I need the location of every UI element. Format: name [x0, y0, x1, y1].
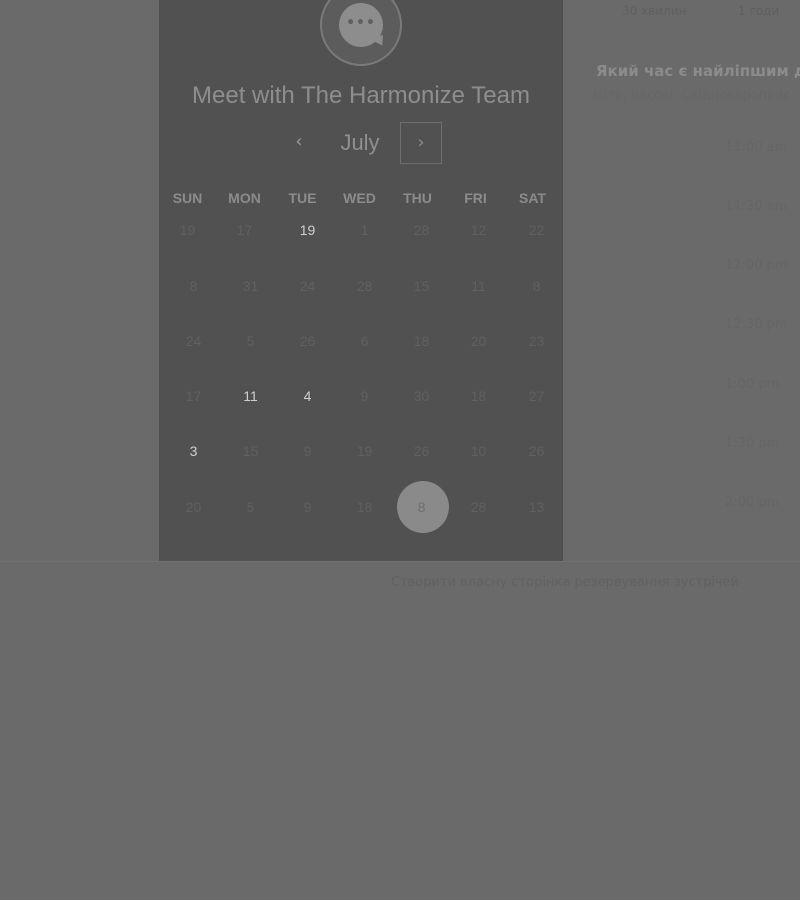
calendar-day: 19	[356, 443, 373, 459]
calendar-day: 22	[528, 222, 545, 238]
sparkle-icon: ✱	[378, 575, 389, 590]
calendar-day: 8	[189, 278, 198, 294]
calendar-day: 13	[528, 499, 545, 515]
calendar-day-available[interactable]: 4	[279, 376, 336, 416]
page-title: Meet with The Harmonize Team	[192, 82, 530, 109]
calendar-day: 11	[471, 278, 486, 294]
calendar-day: 5	[246, 499, 255, 515]
calendar-day: 26	[413, 443, 430, 459]
calendar-day: 5	[246, 333, 255, 349]
time-question-heading: Який час є найліпшим дл	[596, 62, 800, 80]
calendar-day: 27	[528, 388, 545, 404]
calendar-day: 30	[413, 388, 430, 404]
calendar-day: 26	[528, 443, 545, 459]
calendar-day: 9	[303, 443, 312, 459]
calendar-day: 6	[360, 333, 369, 349]
selected-day-number: 8	[417, 499, 426, 515]
calendar-day: 18	[356, 499, 373, 515]
calendar-day: 15	[413, 278, 430, 294]
calendar-day: 28	[356, 278, 373, 294]
calendar-grid: 19 17 19 1 28 12 22 8 31 24 28 15 11 8 2…	[159, 210, 563, 540]
calendar-day-available[interactable]: 11	[222, 376, 279, 416]
calendar-day: 19	[179, 222, 196, 238]
calendar-day: 20	[185, 499, 202, 515]
duration-1-hour[interactable]: 1 годи	[738, 4, 779, 18]
prev-month-button[interactable]: ‹	[288, 128, 310, 156]
calendar-day-available[interactable]: 3	[165, 431, 222, 471]
create-booking-page-link[interactable]: ✱ Створити власну сторінка резервування з…	[378, 575, 739, 590]
next-month-button[interactable]: ›	[400, 122, 442, 164]
calendar-day: 28	[470, 499, 487, 515]
month-label: July	[340, 130, 380, 155]
calendar-day: 26	[299, 333, 316, 349]
weekday-label: MON	[228, 190, 261, 206]
calendar-day: 17	[185, 388, 202, 404]
calendar-day: 28	[413, 222, 430, 238]
time-slot[interactable]: 11:30 am	[725, 199, 800, 214]
calendar-day: 9	[360, 388, 369, 404]
calendar-day: 31	[242, 278, 259, 294]
time-slot[interactable]: 2:00 pm	[725, 495, 800, 510]
weekday-header: SUN MON TUE WED THU FRI SAT	[159, 190, 563, 210]
duration-30-min[interactable]: 30 хвилин	[622, 4, 686, 18]
calendar-day: 17	[236, 222, 253, 238]
time-slot[interactable]: 11:00 am	[725, 140, 800, 155]
calendar-day: 8	[532, 278, 541, 294]
time-slot[interactable]: 1:00 pm	[725, 377, 800, 392]
calendar-day: 24	[185, 333, 202, 349]
timezone-label[interactable]: ісіте, часові: Східноєвропейс	[593, 88, 791, 103]
time-slot[interactable]: 1:30 pm	[725, 436, 800, 451]
weekday-label: SAT	[519, 190, 546, 206]
weekday-label: WED	[343, 190, 376, 206]
calendar-day: 24	[299, 278, 316, 294]
calendar-day: 10	[470, 443, 487, 459]
calendar-day: 1	[360, 222, 369, 238]
time-slot[interactable]: 12:00 pm	[725, 258, 800, 273]
calendar-day: 18	[413, 333, 430, 349]
weekday-label: THU	[403, 190, 432, 206]
weekday-label: TUE	[288, 190, 317, 206]
calendar-day-selected[interactable]: 8	[393, 481, 450, 533]
calendar-day: 12	[470, 222, 487, 238]
calendar-day: 15	[242, 443, 259, 459]
time-slot[interactable]: 12:30 pm	[725, 317, 800, 332]
create-booking-page-label: Створити власну сторінка резервування зу…	[390, 575, 740, 590]
calendar-day: 9	[303, 499, 312, 515]
calendar-day: 18	[470, 388, 487, 404]
calendar-day: 20	[470, 333, 487, 349]
weekday-label: SUN	[172, 190, 203, 206]
calendar-day-available[interactable]: 19	[279, 210, 336, 250]
divider	[0, 561, 800, 562]
calendar-day: 23	[528, 333, 545, 349]
weekday-label: FRI	[464, 190, 487, 206]
